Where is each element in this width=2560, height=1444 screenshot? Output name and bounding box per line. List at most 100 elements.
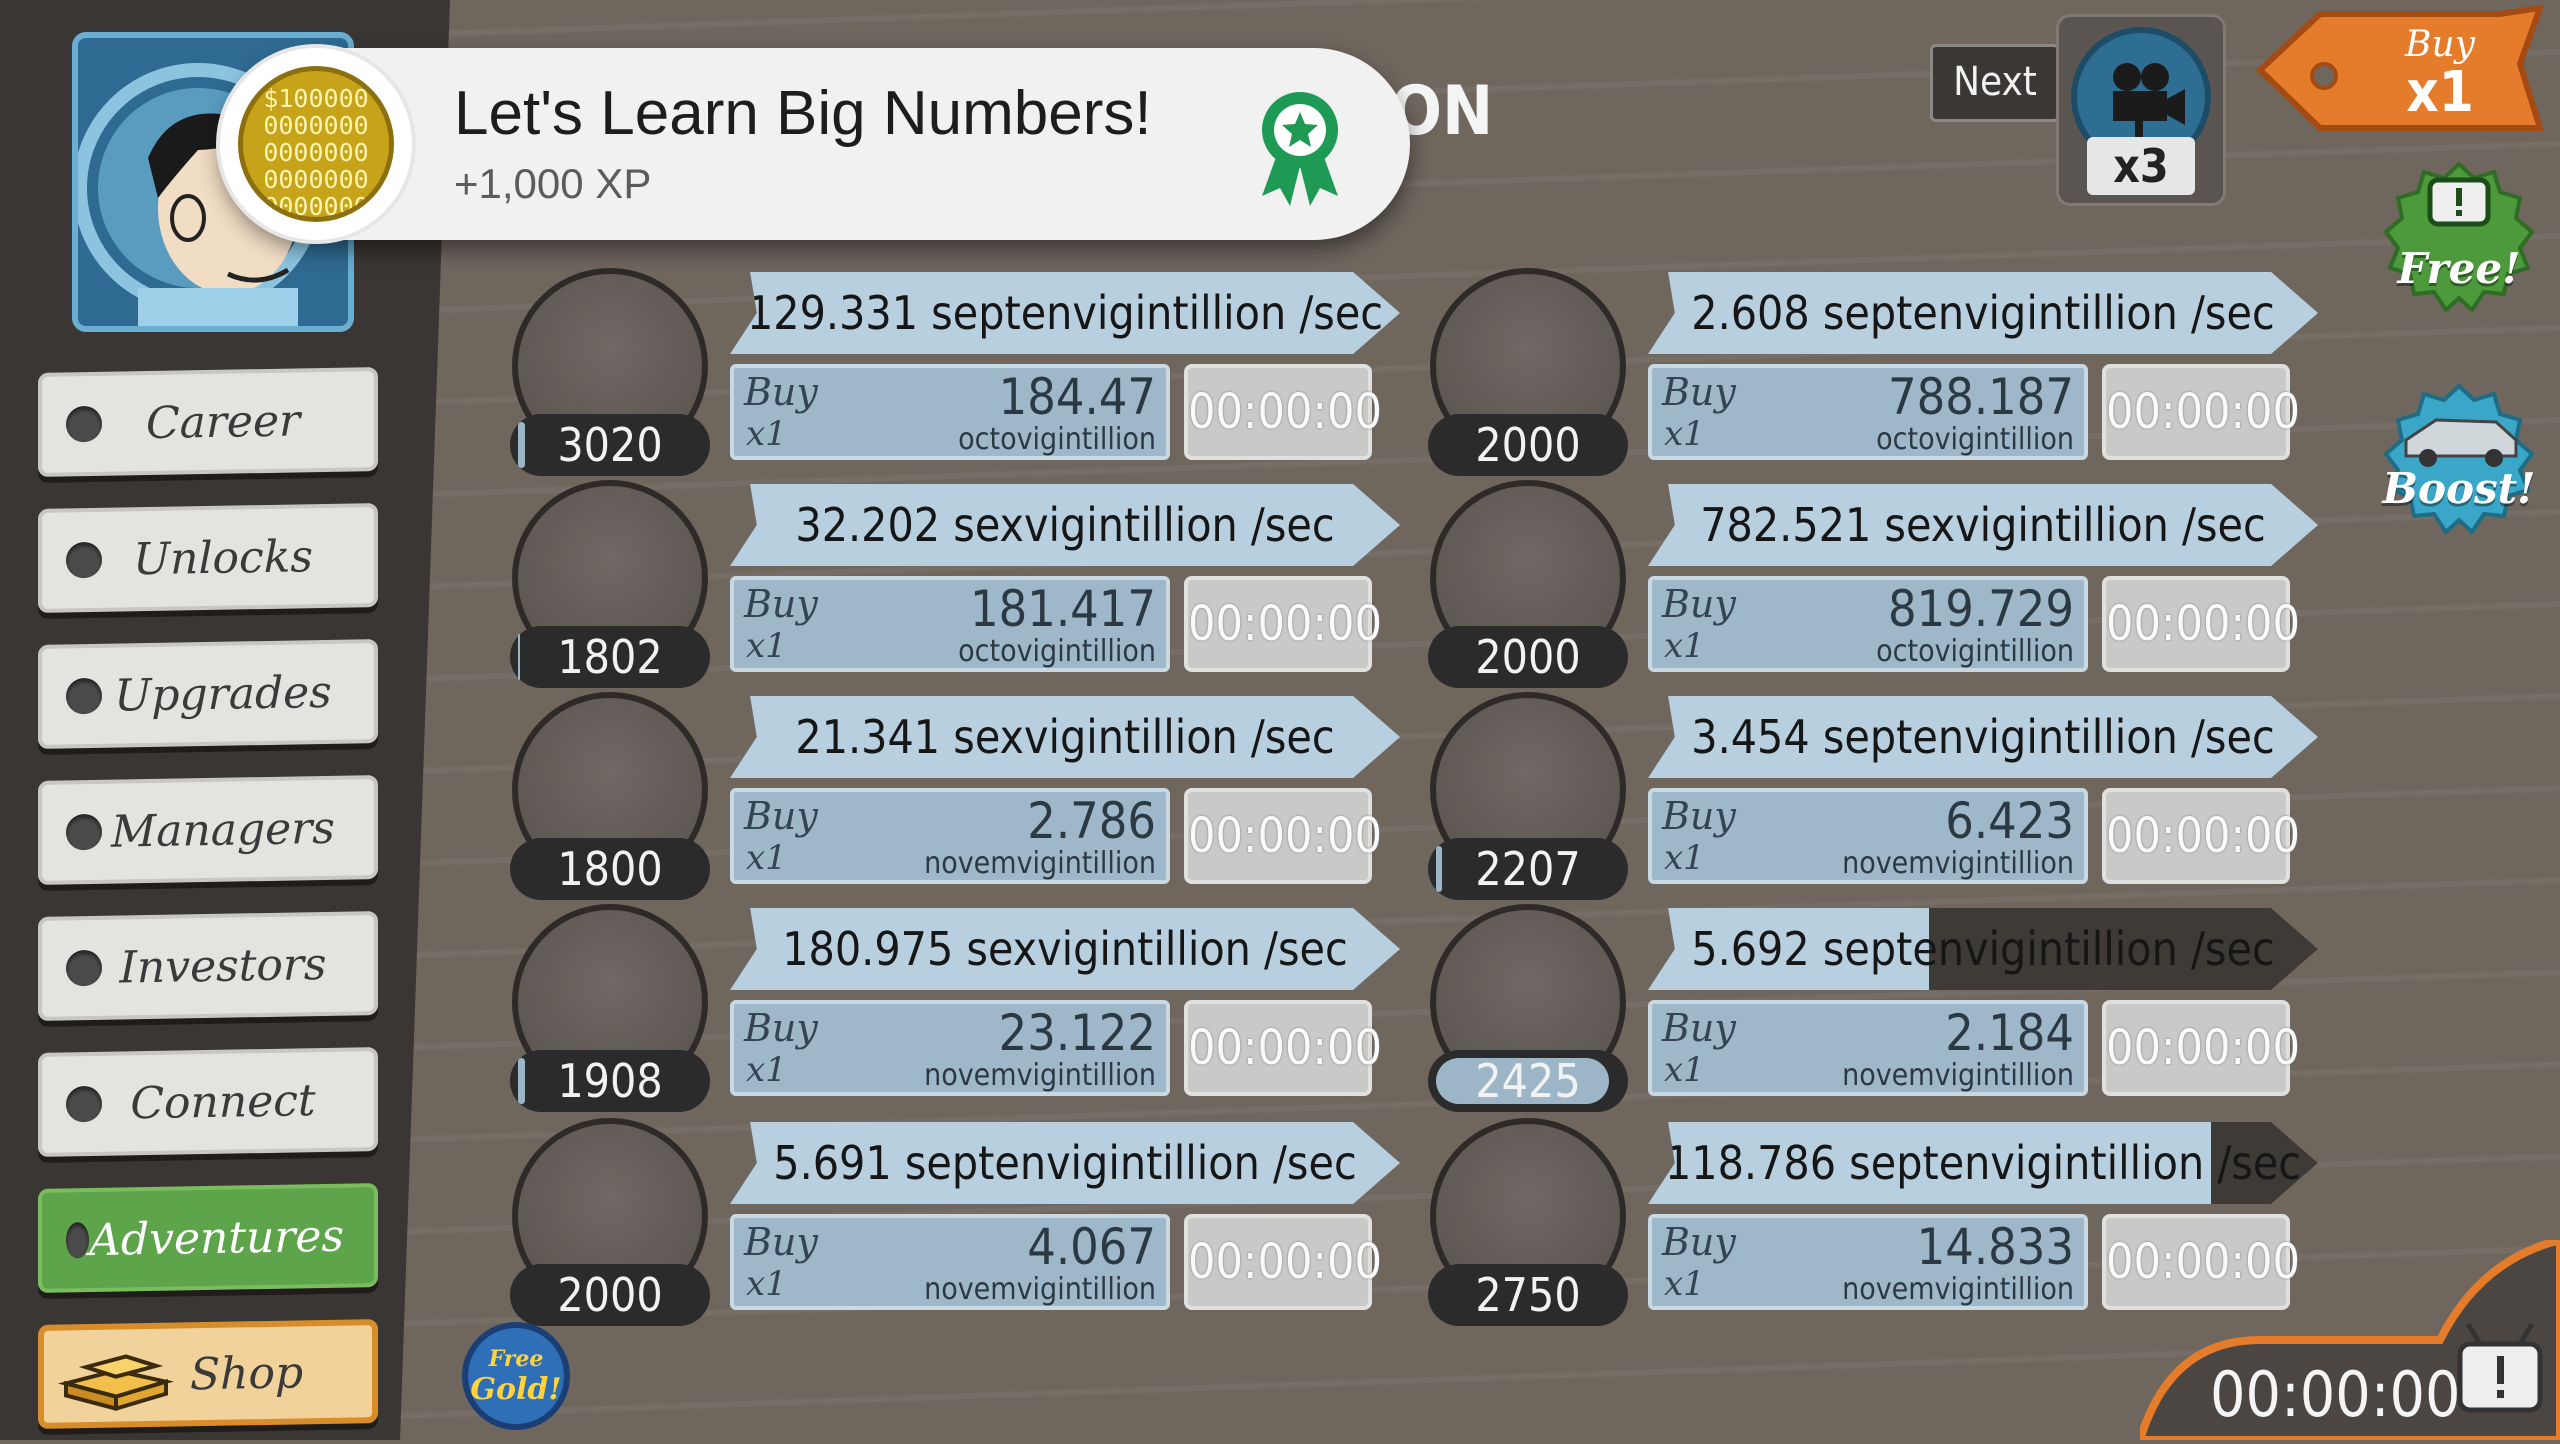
buy-multiplier: x1	[1664, 414, 1705, 454]
buy-label: Buy	[744, 370, 818, 414]
buy-price: 184.47	[998, 368, 1156, 426]
multiplier-label: x3	[2087, 137, 2195, 195]
revenue-progress-bar[interactable]: 5.692 septenvigintillion /sec	[1648, 908, 2318, 990]
revenue-progress-bar[interactable]: 21.341 sexvigintillion /sec	[730, 696, 1400, 778]
revenue-rate: 2.608 septenvigintillion /sec	[1691, 286, 2275, 340]
sidebar-item-label: Career	[145, 394, 301, 449]
coin-line: 0000000	[263, 111, 369, 140]
indicator-dot	[66, 405, 102, 443]
buy-label: Buy	[1662, 1006, 1736, 1050]
achievement-notification[interactable]: $100000 0000000 0000000 0000000 0000000 …	[220, 48, 1410, 240]
revenue-rate: 5.691 septenvigintillion /sec	[773, 1136, 1357, 1190]
revenue-progress-bar[interactable]: 129.331 septenvigintillion /sec	[730, 272, 1400, 354]
boost-label: Boost!	[2382, 464, 2536, 513]
buy-multiplier: x1	[1664, 838, 1705, 878]
owned-count: 2207	[1428, 838, 1628, 900]
buy-price: 6.423	[1945, 792, 2074, 850]
buy-business-button[interactable]: Buy x1 181.417 octovigintillion	[730, 576, 1170, 672]
indicator-dot	[66, 1222, 90, 1259]
coin-line: 0000000	[263, 165, 369, 194]
owned-count: 1800	[510, 838, 710, 900]
indicator-dot	[66, 1085, 102, 1123]
buy-mult-label: x1	[2406, 60, 2474, 125]
revenue-progress-bar[interactable]: 180.975 sexvigintillion /sec	[730, 908, 1400, 990]
cycle-timer: 00:00:00	[1184, 1000, 1382, 1096]
award-ribbon-icon	[1262, 92, 1338, 206]
revenue-progress-bar[interactable]: 2.608 septenvigintillion /sec	[1648, 272, 2318, 354]
buy-business-button[interactable]: Buy x1 23.122 novemvigintillion	[730, 1000, 1170, 1096]
buy-multiplier-button[interactable]: Buy x1	[2250, 4, 2550, 134]
boost-button[interactable]: Boost!	[2376, 380, 2542, 546]
revenue-progress-bar[interactable]: 3.454 septenvigintillion /sec	[1648, 696, 2318, 778]
coin-line: 0000000	[263, 138, 369, 167]
gold-bars-icon	[58, 1354, 174, 1412]
owned-count: 1802	[510, 626, 710, 688]
revenue-rate: 129.331 septenvigintillion /sec	[746, 286, 1384, 340]
buy-multiplier: x1	[746, 626, 787, 666]
free-gold-line2: Gold!	[470, 1372, 562, 1407]
notification-subtitle: +1,000 XP	[454, 160, 652, 207]
buy-price: 2.184	[1945, 1004, 2074, 1062]
buy-business-button[interactable]: Buy x1 788.187 octovigintillion	[1648, 364, 2088, 460]
cycle-timer: 00:00:00	[1184, 576, 1382, 672]
free-gold-line1: Free	[488, 1346, 544, 1372]
owned-count-text: 3020	[557, 418, 663, 472]
buy-price: 2.786	[1027, 792, 1156, 850]
bonus-timer[interactable]: 00:00:00	[2134, 1235, 2560, 1444]
buy-business-button[interactable]: Buy x1 14.833 novemvigintillion	[1648, 1214, 2088, 1310]
price-unit: novemvigintillion	[924, 1058, 1156, 1093]
price-unit: novemvigintillion	[1842, 1272, 2074, 1307]
multiplier-panel[interactable]: x3	[2056, 14, 2226, 206]
sidebar-item-investors[interactable]: Investors	[38, 911, 378, 1021]
sidebar-item-connect[interactable]: Connect	[38, 1047, 378, 1157]
buy-business-button[interactable]: Buy x1 2.184 novemvigintillion	[1648, 1000, 2088, 1096]
sidebar-item-adventures[interactable]: Adventures	[38, 1183, 378, 1293]
cycle-timer: 00:00:00	[2102, 576, 2300, 672]
buy-label: Buy	[2405, 24, 2475, 65]
next-button[interactable]: Next	[1930, 44, 2060, 122]
buy-price: 181.417	[970, 580, 1156, 638]
revenue-progress-bar[interactable]: 5.691 septenvigintillion /sec	[730, 1122, 1400, 1204]
buy-price: 4.067	[1027, 1218, 1156, 1276]
free-gold-button[interactable]: Free Gold!	[462, 1322, 570, 1430]
buy-multiplier: x1	[746, 838, 787, 878]
sidebar-item-unlocks[interactable]: Unlocks	[38, 503, 378, 613]
sidebar-item-upgrades[interactable]: Upgrades	[38, 639, 378, 749]
price-unit: novemvigintillion	[924, 1272, 1156, 1307]
buy-business-button[interactable]: Buy x1 184.47 octovigintillion	[730, 364, 1170, 460]
indicator-dot	[66, 677, 102, 715]
indicator-dot	[66, 541, 102, 579]
buy-label: Buy	[1662, 582, 1736, 626]
revenue-rate: 32.202 sexvigintillion /sec	[795, 498, 1335, 552]
free-ad-button[interactable]: Free!	[2376, 158, 2542, 324]
price-unit: octovigintillion	[1876, 422, 2074, 457]
sidebar-item-career[interactable]: Career	[38, 367, 378, 477]
revenue-progress-bar[interactable]: 118.786 septenvigintillion /sec	[1648, 1122, 2318, 1204]
revenue-rate: 180.975 sexvigintillion /sec	[782, 922, 1348, 976]
milestone-progress-fill	[518, 1058, 525, 1104]
buy-business-button[interactable]: Buy x1 4.067 novemvigintillion	[730, 1214, 1170, 1310]
cycle-timer: 00:00:00	[1184, 364, 1382, 460]
sidebar-item-shop[interactable]: Shop	[38, 1319, 378, 1429]
sidebar-item-label: Connect	[130, 1074, 316, 1129]
buy-business-button[interactable]: Buy x1 2.786 novemvigintillion	[730, 788, 1170, 884]
price-unit: octovigintillion	[1876, 634, 2074, 669]
revenue-rate: 5.692 septenvigintillion /sec	[1691, 922, 2275, 976]
buy-label: Buy	[744, 582, 818, 626]
coin-line: 0000000	[263, 192, 369, 221]
cycle-timer: 00:00:00	[2102, 1000, 2300, 1096]
revenue-progress-bar[interactable]: 32.202 sexvigintillion /sec	[730, 484, 1400, 566]
sidebar-item-label: Adventures	[89, 1210, 344, 1266]
price-unit: novemvigintillion	[924, 846, 1156, 881]
owned-count-text: 2000	[557, 1268, 663, 1322]
buy-label: Buy	[744, 794, 818, 838]
owned-count-text: 1800	[557, 842, 663, 896]
buy-business-button[interactable]: Buy x1 819.729 octovigintillion	[1648, 576, 2088, 672]
buy-multiplier: x1	[746, 1264, 787, 1304]
buy-label: Buy	[1662, 370, 1736, 414]
cycle-timer: 00:00:00	[2102, 364, 2300, 460]
money-coin-icon: $100000 0000000 0000000 0000000 0000000	[238, 66, 394, 222]
sidebar-item-managers[interactable]: Managers	[38, 775, 378, 885]
revenue-progress-bar[interactable]: 782.521 sexvigintillion /sec	[1648, 484, 2318, 566]
buy-business-button[interactable]: Buy x1 6.423 novemvigintillion	[1648, 788, 2088, 884]
